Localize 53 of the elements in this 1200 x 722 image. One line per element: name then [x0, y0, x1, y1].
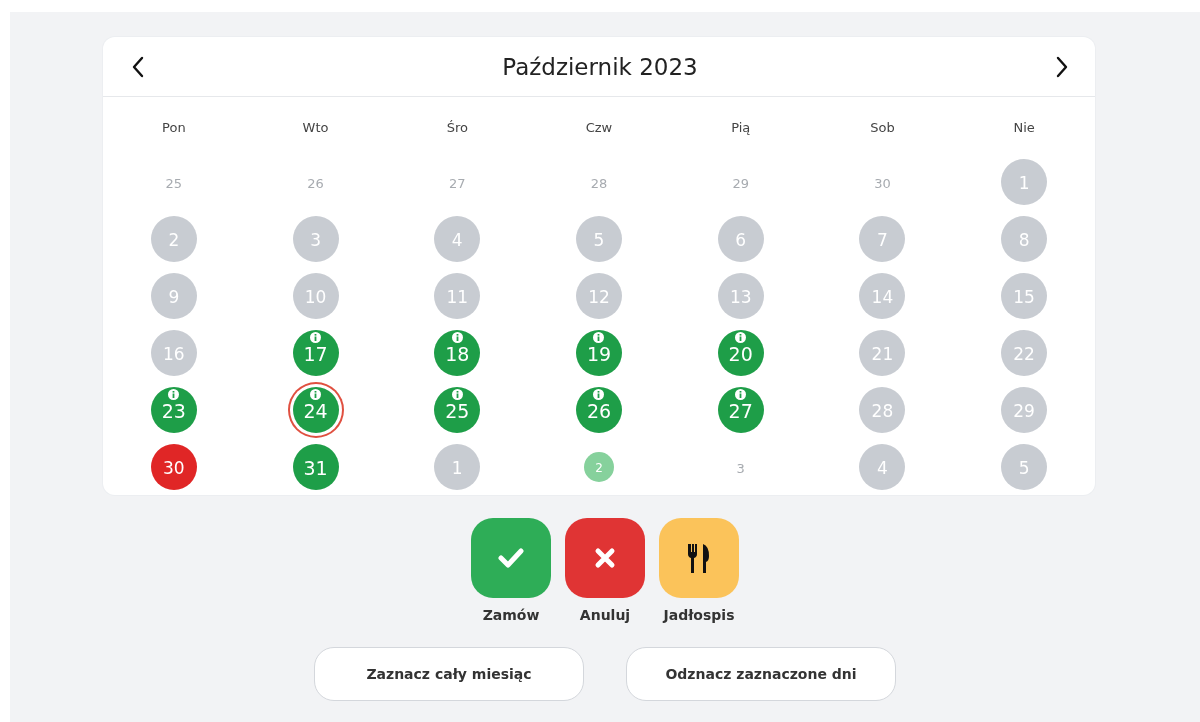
day-number: 25 — [165, 175, 183, 191]
day-cell[interactable]: 23 — [150, 386, 197, 433]
day-number: 27 — [449, 175, 466, 191]
weekday-label: Wto — [301, 118, 330, 137]
day-number: 29 — [732, 175, 749, 191]
select-button[interactable]: Odznacz zaznaczone dni — [626, 647, 896, 701]
chevron-right-icon[interactable] — [1055, 55, 1069, 78]
day-number: 26 — [307, 175, 324, 191]
day-number: 28 — [590, 175, 608, 191]
day-number: 25 — [445, 400, 470, 422]
day-cell[interactable]: 31 — [292, 443, 339, 490]
day-number: 31 — [303, 457, 328, 479]
weekday-label: Pią — [730, 118, 752, 137]
day-number: 18 — [445, 343, 470, 365]
day-cell[interactable]: 19 — [576, 329, 622, 376]
day-cell[interactable]: 2 — [584, 451, 614, 482]
day-cell[interactable]: 18 — [434, 329, 481, 376]
weekday-label: Nie — [1012, 118, 1036, 137]
day-number: 23 — [161, 400, 186, 422]
action-label: Jadłospis — [663, 607, 735, 623]
day-cell[interactable]: 28 — [576, 158, 622, 205]
day-cell[interactable]: 26 — [292, 158, 339, 205]
chevron-left-icon[interactable] — [131, 55, 145, 78]
day-number: 3 — [736, 460, 745, 476]
day-number: 30 — [163, 458, 185, 478]
day-cell[interactable]: 25 — [150, 158, 197, 205]
day-cell[interactable]: 27 — [717, 386, 764, 433]
day-number: 30 — [874, 175, 891, 191]
select-button[interactable]: Zaznacz cały miesiąc — [314, 647, 584, 701]
day-cell[interactable]: 3 — [717, 443, 764, 490]
weekday-label: Sob — [869, 118, 896, 137]
day-cell[interactable]: 26 — [576, 386, 622, 433]
action-button[interactable] — [659, 518, 739, 598]
day-number: 19 — [586, 343, 612, 365]
day-number: 26 — [586, 400, 612, 422]
action-label: Zamów — [482, 607, 540, 623]
day-cell[interactable]: 25 — [434, 386, 481, 433]
day-number: 17 — [303, 343, 328, 365]
weekday-label: Pon — [161, 118, 187, 137]
weekday-label: Śro — [445, 118, 469, 137]
day-cell[interactable]: 30 — [150, 443, 197, 490]
day-cell[interactable]: 29 — [717, 158, 764, 205]
day-number: 24 — [303, 400, 328, 422]
day-number: 20 — [728, 343, 753, 365]
day-number: 2 — [595, 461, 603, 475]
day-cell[interactable]: 27 — [434, 158, 481, 205]
day-cell[interactable]: 17 — [292, 329, 339, 376]
action-label: Anuluj — [579, 607, 631, 623]
weekday-label: Czw — [584, 118, 614, 137]
month-title: Październik 2023 — [502, 53, 698, 80]
day-cell[interactable]: 20 — [717, 329, 764, 376]
day-cell[interactable]: 30 — [859, 158, 906, 205]
day-number: 27 — [728, 400, 753, 422]
